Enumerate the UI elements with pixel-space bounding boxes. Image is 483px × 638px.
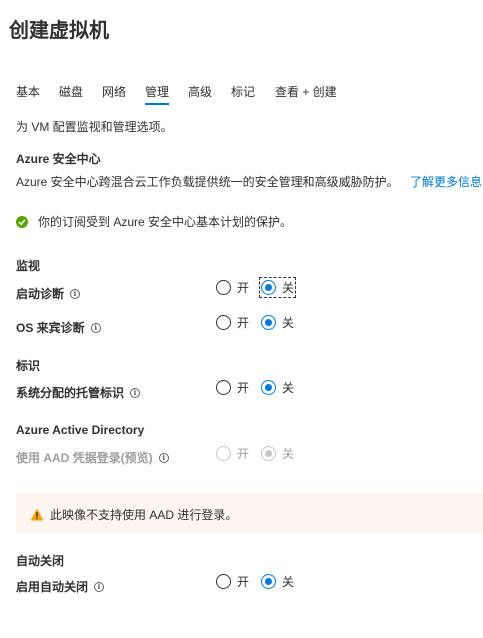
- auto-shutdown-label: 启用自动关闭 i: [16, 578, 105, 595]
- identity-heading: 标识: [16, 359, 41, 373]
- radio-circle: [261, 446, 277, 461]
- radio-circle: [261, 280, 277, 295]
- radio-circle: [216, 574, 231, 589]
- system-assigned-identity-radio-group: 开 关: [216, 379, 294, 396]
- aad-warning-banner: 此映像不支持使用 AAD 进行登录。: [16, 494, 483, 534]
- boot-diagnostics-on-radio[interactable]: 开: [216, 279, 249, 296]
- security-center-heading: Azure 安全中心: [16, 152, 101, 166]
- security-center-description: Azure 安全中心跨混合云工作负载提供统一的安全管理和高级威胁防护。: [16, 175, 399, 189]
- page-description: 为 VM 配置监视和管理选项。: [16, 120, 173, 134]
- aad-heading: Azure Active Directory: [16, 423, 145, 437]
- guest-os-diagnostics-label-text: OS 来宾诊断: [16, 321, 85, 335]
- boot-diagnostics-radio-group: 开 关: [216, 277, 297, 298]
- radio-circle: [216, 280, 231, 295]
- guest-os-diagnostics-radio-group: 开 关: [216, 314, 294, 331]
- aad-login-on-radio: 开: [216, 445, 249, 462]
- auto-shutdown-off-radio[interactable]: 关: [261, 573, 294, 590]
- radio-label: 关: [282, 316, 295, 330]
- tab-networking[interactable]: 网络: [102, 83, 126, 100]
- radio-circle: [216, 315, 231, 330]
- info-icon[interactable]: i: [158, 452, 169, 463]
- warning-icon: [30, 508, 44, 521]
- tab-management-label: 管理: [145, 85, 170, 99]
- radio-label: 开: [237, 316, 250, 330]
- tab-review-create[interactable]: 查看 + 创建: [275, 83, 337, 100]
- security-status-text: 你的订阅受到 Azure 安全中心基本计划的保护。: [38, 215, 293, 229]
- learn-more-link[interactable]: 了解更多信息: [410, 175, 482, 189]
- tab-tags[interactable]: 标记: [231, 83, 255, 100]
- system-assigned-identity-off-radio[interactable]: 关: [261, 379, 294, 396]
- tab-disks[interactable]: 磁盘: [59, 83, 83, 100]
- aad-login-off-radio: 关: [261, 445, 294, 462]
- tab-management[interactable]: 管理: [145, 83, 170, 105]
- active-tab-indicator: [145, 103, 170, 105]
- radio-label: 关: [282, 381, 295, 395]
- info-icon[interactable]: i: [90, 322, 101, 333]
- radio-label: 关: [282, 575, 295, 589]
- info-icon[interactable]: i: [70, 288, 81, 299]
- boot-diagnostics-off-radio[interactable]: 关: [259, 277, 297, 298]
- system-assigned-identity-label: 系统分配的托管标识 i: [16, 384, 141, 401]
- warning-text: 此映像不支持使用 AAD 进行登录。: [50, 507, 238, 522]
- radio-label: 开: [237, 281, 250, 295]
- boot-diagnostics-label-text: 启动诊断: [16, 287, 65, 301]
- aad-login-label: 使用 AAD 凭据登录(预览) i: [16, 449, 169, 466]
- guest-os-diagnostics-label: OS 来宾诊断 i: [16, 319, 101, 336]
- info-icon[interactable]: i: [94, 581, 105, 592]
- radio-circle: [261, 315, 277, 330]
- auto-shutdown-radio-group: 开 关: [216, 573, 294, 590]
- radio-label: 开: [237, 447, 250, 461]
- tab-basics[interactable]: 基本: [16, 83, 40, 100]
- info-icon[interactable]: i: [130, 387, 141, 398]
- monitoring-heading: 监视: [16, 259, 41, 273]
- security-status: 你的订阅受到 Azure 安全中心基本计划的保护。: [16, 213, 292, 230]
- aad-login-radio-group: 开 关: [216, 445, 294, 462]
- auto-shutdown-label-text: 启用自动关闭: [16, 580, 89, 594]
- radio-label: 关: [282, 447, 295, 461]
- radio-circle: [261, 380, 277, 395]
- guest-os-diagnostics-off-radio[interactable]: 关: [261, 314, 294, 331]
- radio-label: 开: [237, 381, 250, 395]
- tab-advanced[interactable]: 高级: [188, 83, 212, 100]
- radio-label: 开: [237, 575, 250, 589]
- security-center-text: Azure 安全中心跨混合云工作负载提供统一的安全管理和高级威胁防护。 了解更多…: [16, 173, 482, 190]
- radio-label: 关: [282, 281, 295, 295]
- auto-shutdown-on-radio[interactable]: 开: [216, 573, 249, 590]
- page-title: 创建虚拟机: [9, 20, 109, 42]
- guest-os-diagnostics-on-radio[interactable]: 开: [216, 314, 249, 331]
- radio-circle: [261, 574, 277, 589]
- radio-circle: [216, 380, 231, 395]
- auto-shutdown-heading: 自动关闭: [16, 554, 65, 568]
- boot-diagnostics-label: 启动诊断 i: [16, 285, 81, 302]
- aad-login-label-text: 使用 AAD 凭据登录(预览): [16, 451, 153, 465]
- radio-circle: [216, 446, 231, 461]
- system-assigned-identity-label-text: 系统分配的托管标识: [16, 386, 125, 400]
- system-assigned-identity-on-radio[interactable]: 开: [216, 379, 249, 396]
- check-circle-icon: [16, 215, 28, 228]
